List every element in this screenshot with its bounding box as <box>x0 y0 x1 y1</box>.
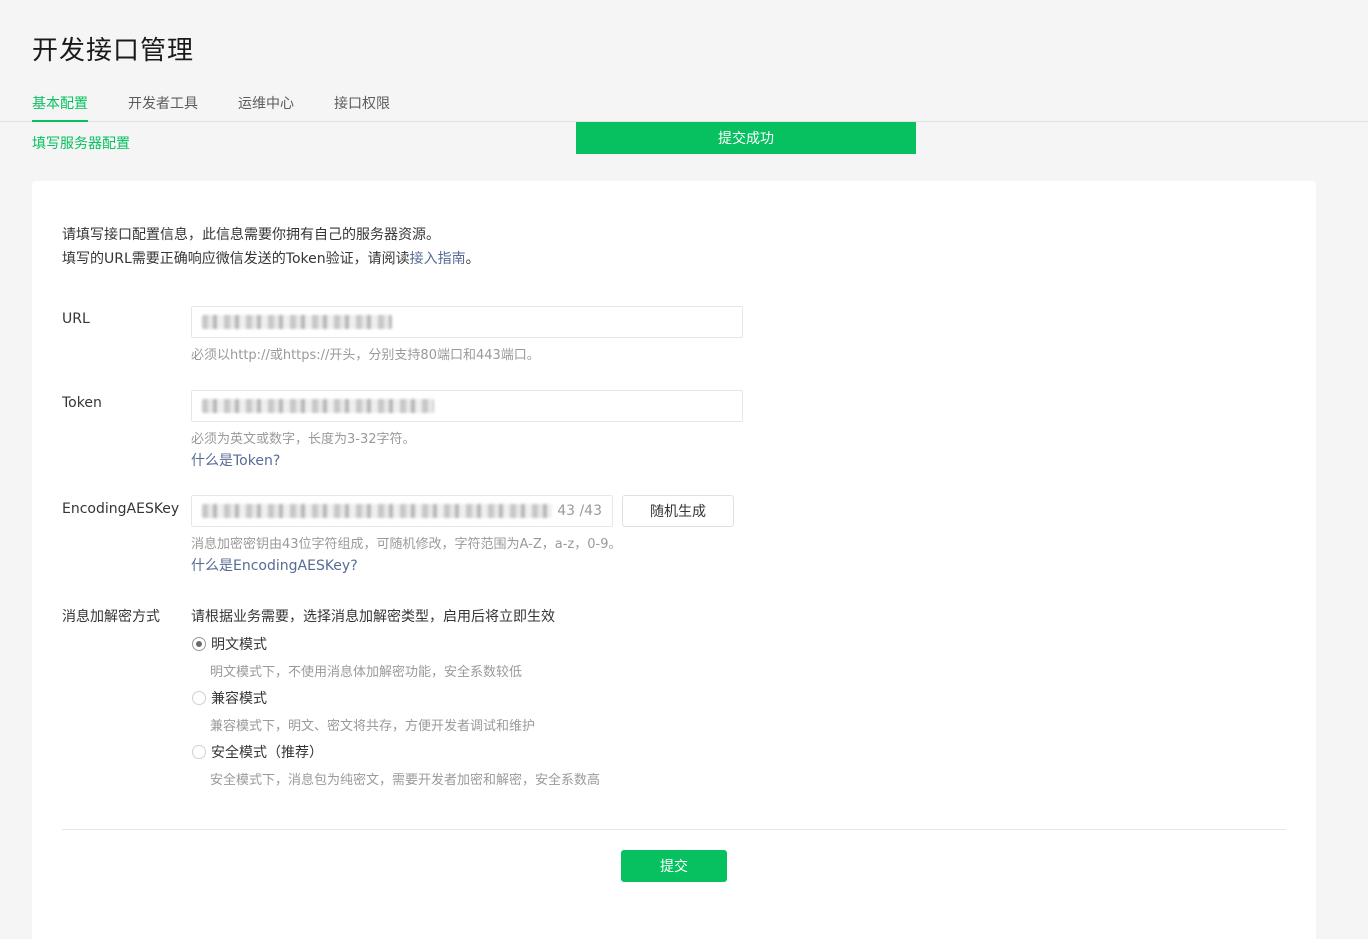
tab-operations-center[interactable]: 运维中心 <box>238 93 294 122</box>
tab-developer-tools[interactable]: 开发者工具 <box>128 93 198 122</box>
url-input[interactable] <box>191 306 743 338</box>
page-title: 开发接口管理 <box>32 36 195 66</box>
url-label: URL <box>62 311 90 327</box>
submit-button[interactable]: 提交 <box>621 850 727 882</box>
access-guide-link[interactable]: 接入指南 <box>410 251 466 267</box>
compatible-mode-desc: 兼容模式下，明文、密文将共存，方便开发者调试和维护 <box>210 719 536 734</box>
encryption-mode-label: 消息加解密方式 <box>62 609 160 625</box>
aes-key-tip: 消息加密密钥由43位字符组成，可随机修改，字符范围为A-Z，a-z，0-9。 <box>191 537 622 552</box>
radio-checked-icon[interactable] <box>192 637 206 651</box>
radio-plaintext-label: 明文模式 <box>211 637 267 653</box>
token-tip: 必须为英文或数字，长度为3-32字符。 <box>191 432 416 447</box>
radio-secure-mode[interactable]: 安全模式（推荐） <box>192 742 323 762</box>
token-value-masked <box>202 399 434 413</box>
intro-line-2: 填写的URL需要正确响应微信发送的Token验证，请阅读接入指南。 <box>62 247 480 271</box>
radio-unchecked-icon[interactable] <box>192 691 206 705</box>
tab-api-permissions[interactable]: 接口权限 <box>334 93 390 122</box>
aes-key-input[interactable]: 43 /43 <box>191 495 613 527</box>
tab-bar: 基本配置 开发者工具 运维中心 接口权限 <box>0 93 1368 122</box>
intro-line-1: 请填写接口配置信息，此信息需要你拥有自己的服务器资源。 <box>62 227 440 243</box>
radio-compatible-mode[interactable]: 兼容模式 <box>192 688 267 708</box>
intro-text: 请填写接口配置信息，此信息需要你拥有自己的服务器资源。 填写的URL需要正确响应… <box>62 223 480 271</box>
radio-compatible-label: 兼容模式 <box>211 691 267 707</box>
intro-line-2-suffix: 。 <box>465 251 480 267</box>
form-divider <box>62 829 1286 830</box>
what-is-token-link[interactable]: 什么是Token? <box>191 450 280 470</box>
breadcrumb-server-config[interactable]: 填写服务器配置 <box>32 133 130 153</box>
radio-plaintext-mode[interactable]: 明文模式 <box>192 634 267 654</box>
what-is-aes-key-link[interactable]: 什么是EncodingAESKey? <box>191 555 358 575</box>
url-tip: 必须以http://或https://开头，分别支持80端口和443端口。 <box>191 348 540 363</box>
aes-key-value-masked <box>202 504 552 518</box>
radio-secure-label: 安全模式（推荐） <box>211 745 323 761</box>
aes-key-char-counter: 43 /43 <box>557 503 602 519</box>
token-input[interactable] <box>191 390 743 422</box>
encryption-mode-description: 请根据业务需要，选择消息加解密类型，启用后将立即生效 <box>191 609 555 625</box>
secure-mode-desc: 安全模式下，消息包为纯密文，需要开发者加密和解密，安全系数高 <box>210 773 601 788</box>
token-label: Token <box>62 395 102 411</box>
config-form-card: 请填写接口配置信息，此信息需要你拥有自己的服务器资源。 填写的URL需要正确响应… <box>32 181 1316 939</box>
plaintext-mode-desc: 明文模式下，不使用消息体加解密功能，安全系数较低 <box>210 665 523 680</box>
tab-basic-config[interactable]: 基本配置 <box>32 93 88 122</box>
url-value-masked <box>202 315 392 329</box>
aes-key-label: EncodingAESKey <box>62 501 180 517</box>
success-toast: 提交成功 <box>576 122 916 154</box>
random-generate-button[interactable]: 随机生成 <box>622 495 734 527</box>
intro-line-2-text: 填写的URL需要正确响应微信发送的Token验证，请阅读 <box>62 251 410 267</box>
radio-unchecked-icon[interactable] <box>192 745 206 759</box>
